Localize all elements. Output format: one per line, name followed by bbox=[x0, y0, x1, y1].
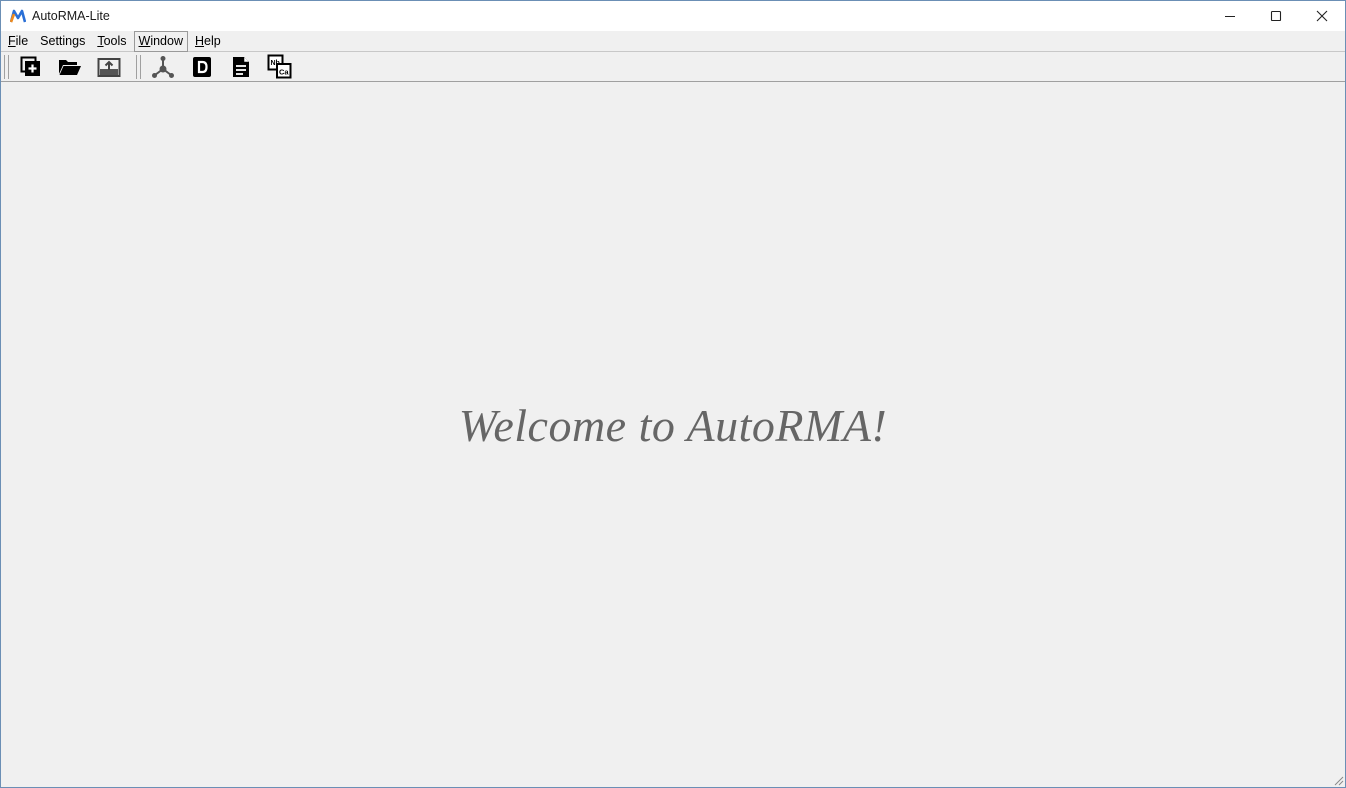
main-content-area: Welcome to AutoRMA! bbox=[1, 82, 1345, 787]
element-nb-ca-button[interactable]: Nb Ca bbox=[264, 54, 296, 80]
text-document-button[interactable] bbox=[225, 54, 257, 80]
import-image-button[interactable] bbox=[93, 54, 125, 80]
menu-window[interactable]: Window bbox=[133, 30, 188, 52]
import-image-icon bbox=[97, 57, 121, 77]
network-graph-icon bbox=[152, 55, 174, 78]
text-document-icon bbox=[233, 56, 249, 77]
autorma-logo-icon bbox=[10, 9, 26, 23]
toolbar-separator bbox=[136, 54, 141, 79]
d-document-button[interactable] bbox=[186, 54, 218, 80]
menu-window-mnemonic: W bbox=[138, 33, 151, 48]
welcome-message: Welcome to AutoRMA! bbox=[458, 400, 888, 451]
menu-window-label: indow bbox=[150, 33, 183, 48]
close-button[interactable] bbox=[1299, 1, 1345, 31]
window-title: AutoRMA-Lite bbox=[32, 9, 110, 23]
app-window: AutoRMA-Lite File Settings Tools Window … bbox=[0, 0, 1346, 788]
open-folder-icon bbox=[59, 59, 81, 75]
toolbar: Nb Ca bbox=[1, 52, 1345, 82]
maximize-icon bbox=[1270, 10, 1282, 22]
menu-file[interactable]: File bbox=[3, 31, 33, 52]
menu-settings[interactable]: Settings bbox=[35, 31, 90, 52]
minimize-button[interactable] bbox=[1207, 1, 1253, 31]
resize-grip-icon[interactable] bbox=[1332, 774, 1344, 786]
menu-tools[interactable]: Tools bbox=[92, 31, 131, 52]
network-graph-button[interactable] bbox=[147, 54, 179, 80]
new-project-button[interactable] bbox=[15, 54, 47, 80]
close-icon bbox=[1316, 10, 1328, 22]
menu-tools-label: ools bbox=[103, 33, 127, 48]
svg-text:Ca: Ca bbox=[279, 67, 289, 76]
menu-file-mnemonic: F bbox=[8, 33, 16, 48]
element-nb-ca-icon: Nb Ca bbox=[267, 54, 292, 78]
minimize-icon bbox=[1225, 16, 1235, 17]
menu-help-label: elp bbox=[204, 33, 221, 48]
d-document-icon bbox=[193, 56, 211, 77]
maximize-button[interactable] bbox=[1253, 1, 1299, 31]
menu-file-label: ile bbox=[15, 33, 29, 48]
open-folder-button[interactable] bbox=[54, 54, 86, 80]
new-project-icon bbox=[20, 56, 40, 76]
toolbar-grip[interactable] bbox=[4, 54, 9, 79]
title-bar: AutoRMA-Lite bbox=[1, 1, 1345, 31]
menu-help[interactable]: Help bbox=[190, 31, 226, 52]
menu-help-mnemonic: H bbox=[195, 33, 205, 48]
window-controls bbox=[1207, 1, 1345, 31]
menu-settings-label: Settings bbox=[40, 33, 86, 48]
menu-bar: File Settings Tools Window Help bbox=[1, 30, 1345, 52]
